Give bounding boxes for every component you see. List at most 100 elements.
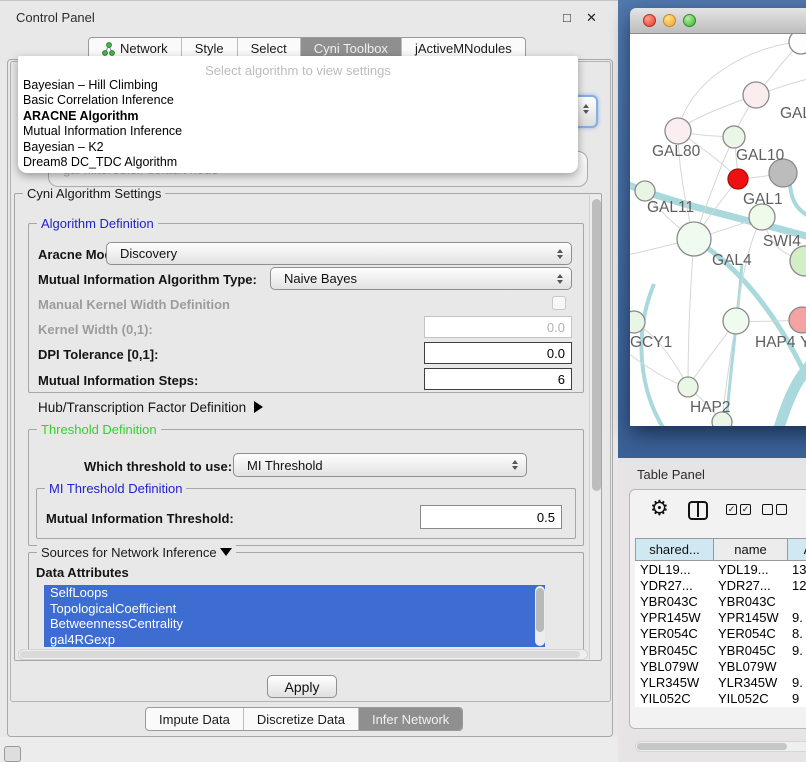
apply-button[interactable]: Apply xyxy=(267,675,337,698)
network-edge[interactable] xyxy=(776,348,806,426)
network-node-gal80[interactable] xyxy=(665,118,691,144)
network-node-selected-red[interactable] xyxy=(728,169,748,189)
network-edge[interactable] xyxy=(688,239,694,387)
network-edge[interactable] xyxy=(642,284,667,426)
network-window-titlebar[interactable] xyxy=(630,8,806,34)
table-row[interactable]: YPR145WYPR145W9. xyxy=(635,610,806,626)
attribute-list-item[interactable]: BetweennessCentrality xyxy=(44,616,545,632)
deselect-all-checks-icon[interactable] xyxy=(762,504,787,515)
table-cell: YBR045C xyxy=(713,642,787,658)
table-row[interactable]: YDR27...YDR27...12 xyxy=(635,577,806,593)
table-row[interactable]: YIL052CYIL052C9 xyxy=(635,691,806,707)
table-horizontal-scrollbar[interactable] xyxy=(635,741,806,752)
attribute-list-item[interactable]: SelfLoops xyxy=(44,585,545,601)
network-node-pink-top[interactable] xyxy=(743,82,769,108)
sources-title: Sources for Network Inference xyxy=(37,545,236,560)
network-node-pink-right[interactable] xyxy=(789,307,806,333)
aracne-mode-combo[interactable]: Discovery xyxy=(106,242,572,265)
corner-widget[interactable] xyxy=(4,746,21,762)
table-cell: YLR345W xyxy=(635,674,713,690)
network-node-hap2[interactable] xyxy=(678,377,698,397)
attributes-scrollbar[interactable] xyxy=(535,586,545,646)
data-attributes-label: Data Attributes xyxy=(36,565,129,580)
network-node-label: HAP2 xyxy=(690,399,731,416)
network-node-label: Y xyxy=(800,334,806,351)
network-node-top-partial[interactable] xyxy=(789,34,806,54)
dpi-tolerance-field[interactable]: 0.0 xyxy=(424,342,572,364)
algorithm-dropdown-popup: Select algorithm to view settings Bayesi… xyxy=(18,56,578,173)
dpi-tolerance-label: DPI Tolerance [0,1]: xyxy=(38,347,158,362)
table-cell: YBR043C xyxy=(635,593,713,609)
table-cell: 12 xyxy=(787,577,806,593)
tab-impute-data[interactable]: Impute Data xyxy=(146,708,244,730)
minimize-traffic-light-icon[interactable] xyxy=(663,14,676,27)
columns-icon[interactable] xyxy=(688,501,708,520)
stepper-arrows-icon xyxy=(583,104,589,114)
select-all-checks-icon[interactable]: ✓✓ xyxy=(726,504,751,515)
table-cell: YER054C xyxy=(635,626,713,642)
close-traffic-light-icon[interactable] xyxy=(643,14,656,27)
table-cell: YDL19... xyxy=(713,561,787,577)
table-row[interactable]: YBR043CYBR043C xyxy=(635,593,806,609)
table-cell: YBL079W xyxy=(635,658,713,674)
table-cell: 9. xyxy=(787,610,806,626)
table-row[interactable]: YBL079WYBL079W xyxy=(635,658,806,674)
algorithm-option[interactable]: Mutual Information Inference xyxy=(18,124,578,139)
network-node-swi4[interactable] xyxy=(790,246,806,276)
hub-definition-toggle[interactable]: Hub/Transcription Factor Definition xyxy=(38,400,263,415)
bottom-tabstrip: Impute Data Discretize Data Infer Networ… xyxy=(145,707,463,731)
column-header-shared-name[interactable]: shared... xyxy=(635,538,713,561)
mi-type-combo[interactable]: Naive Bayes xyxy=(270,267,572,290)
data-attributes-list: SelfLoopsTopologicalCoefficientBetweenne… xyxy=(44,585,545,647)
control-panel-title: Control Panel xyxy=(16,10,95,25)
mi-threshold-field[interactable]: 0.5 xyxy=(420,505,562,529)
algorithm-option[interactable]: Dream8 DC_TDC Algorithm xyxy=(18,155,578,170)
network-node-gal11[interactable] xyxy=(635,181,655,201)
gear-icon[interactable]: ⚙ xyxy=(650,498,669,519)
table-row[interactable]: YDL19...YDL19...13 xyxy=(635,561,806,577)
network-node-label: GAL1 xyxy=(743,191,783,208)
table-cell: 9. xyxy=(787,642,806,658)
table-toolbar: ⚙ ✓✓ xyxy=(630,490,806,536)
network-canvas[interactable]: GALGAL80GAL10GAL1GAL11GAL4SWI4GCY1HAP4YH… xyxy=(630,34,806,426)
manual-kernel-checkbox[interactable] xyxy=(552,296,566,310)
table-cell: 8. xyxy=(787,626,806,642)
network-node-gal10[interactable] xyxy=(723,126,745,148)
network-node-label: GAL xyxy=(780,105,806,122)
table-panel: ⚙ ✓✓ shared... name A YDL19...YDL19...13… xyxy=(629,489,806,729)
control-panel: Control Panel □ ✕ Network Style Select C… xyxy=(0,0,620,737)
table-row[interactable]: YBR045CYBR045C9. xyxy=(635,642,806,658)
network-icon xyxy=(102,42,115,56)
algorithm-option[interactable]: ARACNE Algorithm xyxy=(18,109,578,124)
tab-discretize-data[interactable]: Discretize Data xyxy=(244,708,359,730)
settings-vertical-scrollbar[interactable] xyxy=(589,195,601,659)
cyni-algorithm-settings-title: Cyni Algorithm Settings xyxy=(23,186,165,201)
table-cell: YDR27... xyxy=(713,577,787,593)
zoom-traffic-light-icon[interactable] xyxy=(683,14,696,27)
mi-steps-field[interactable]: 6 xyxy=(424,368,572,390)
which-threshold-combo[interactable]: MI Threshold xyxy=(233,453,527,477)
table-cell: 9. xyxy=(787,674,806,690)
float-window-icon[interactable]: □ xyxy=(563,10,571,25)
network-node-label: GAL80 xyxy=(652,143,701,160)
column-header-partial[interactable]: A xyxy=(787,538,806,561)
tab-infer-network[interactable]: Infer Network xyxy=(359,708,462,730)
network-node-hap4[interactable] xyxy=(723,308,749,334)
attribute-list-item[interactable]: gal4RGexp xyxy=(44,632,545,648)
table-cell xyxy=(787,658,806,674)
attribute-list-item[interactable]: TopologicalCoefficient xyxy=(44,601,545,617)
table-cell: YDR27... xyxy=(635,577,713,593)
network-edge[interactable] xyxy=(736,217,762,321)
table-row[interactable]: YLR345WYLR345W9. xyxy=(635,674,806,690)
close-icon[interactable]: ✕ xyxy=(586,10,597,26)
node-table: shared... name A YDL19...YDL19...13YDR27… xyxy=(635,538,806,707)
algorithm-option[interactable]: Bayesian – K2 xyxy=(18,140,578,155)
settings-horizontal-scrollbar[interactable] xyxy=(18,649,588,660)
network-node-gal4[interactable] xyxy=(677,222,711,256)
column-header-name[interactable]: name xyxy=(713,538,787,561)
algorithm-option[interactable]: Bayesian – Hill Climbing xyxy=(18,78,578,93)
table-row[interactable]: YER054CYER054C8. xyxy=(635,626,806,642)
table-cell: YIL052C xyxy=(635,691,713,707)
algorithm-option[interactable]: Basic Correlation Inference xyxy=(18,93,578,108)
kernel-width-field[interactable]: 0.0 xyxy=(424,316,572,338)
